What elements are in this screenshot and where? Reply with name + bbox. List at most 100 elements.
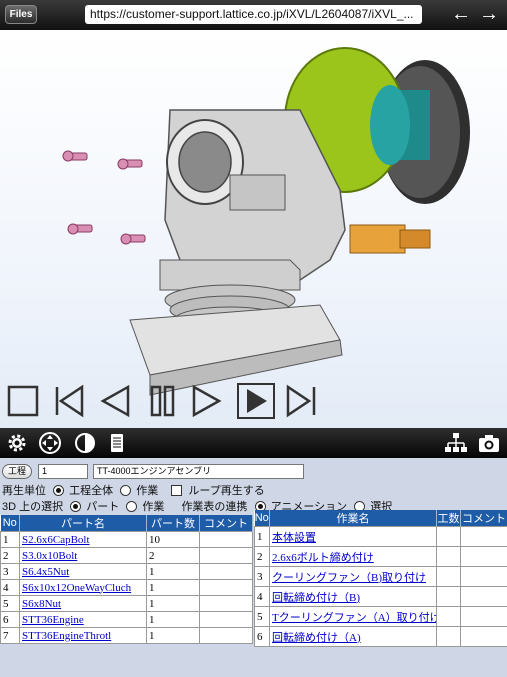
cell-comment xyxy=(460,586,507,607)
cell-count: 1 xyxy=(146,563,200,580)
parts-table-header: No パート名 パート数 コメント xyxy=(0,515,253,532)
back-arrow-icon[interactable]: ← xyxy=(450,3,472,25)
work-link[interactable]: Tクーリングファン（A）取り付け xyxy=(269,606,437,627)
table-row[interactable]: 3 クーリングファン（B)取り付け xyxy=(254,566,507,587)
work-label: 作業 xyxy=(142,501,165,513)
cell-comment xyxy=(460,546,507,567)
cell-comment xyxy=(199,579,253,596)
table-row[interactable]: 6 STT36Engine 1 xyxy=(0,611,253,628)
col-part-name: パート名 xyxy=(19,515,147,532)
3d-viewport[interactable] xyxy=(0,30,507,428)
cell-comment xyxy=(199,627,253,644)
cell-comment xyxy=(460,626,507,647)
cell-comment xyxy=(199,595,253,612)
cell-no: 5 xyxy=(0,595,20,612)
table-row[interactable]: 4 回転締め付け（B) xyxy=(254,586,507,607)
work-table-header: No 作業名 工数 コメント xyxy=(254,510,507,527)
work-link[interactable]: 本体設置 xyxy=(269,526,437,547)
table-row[interactable]: 5 Tクーリングファン（A）取り付け xyxy=(254,606,507,627)
cell-no: 1 xyxy=(254,526,270,547)
cell-comment xyxy=(460,606,507,627)
list-icon[interactable] xyxy=(105,431,129,455)
step-back-button[interactable] xyxy=(98,384,132,418)
cell-comment xyxy=(199,531,253,548)
col-part-count: パート数 xyxy=(146,515,200,532)
cell-hours xyxy=(436,586,461,607)
cell-comment xyxy=(460,566,507,587)
work-table: No 作業名 工数 コメント 1 本体設置 2 2.6x6ボルト締め付け 3 クーリン… xyxy=(254,510,507,647)
col-comment: コメント xyxy=(199,515,253,532)
table-row[interactable]: 5 S6x8Nut 1 xyxy=(0,595,253,612)
playback-unit-label: 再生単位 xyxy=(2,485,46,497)
part-link[interactable]: S6x8Nut xyxy=(19,595,147,612)
cell-comment xyxy=(199,563,253,580)
table-row[interactable]: 1 本体設置 xyxy=(254,526,507,547)
process-number-field[interactable]: 1 xyxy=(38,464,88,479)
col-work-name: 作業名 xyxy=(269,510,437,527)
process-button[interactable]: 工程 xyxy=(2,464,32,479)
radio-part[interactable] xyxy=(70,500,82,512)
cell-no: 4 xyxy=(254,586,270,607)
work-link[interactable]: 回転締め付け（A) xyxy=(269,626,437,647)
top-bar: Files https://customer-support.lattice.c… xyxy=(0,0,507,30)
step-forward-button[interactable] xyxy=(190,384,224,418)
part-link[interactable]: STT36Engine xyxy=(19,611,147,628)
stop-button[interactable] xyxy=(6,384,40,418)
cell-hours xyxy=(436,566,461,587)
whole-process-label: 工程全体 xyxy=(69,485,114,497)
cell-no: 1 xyxy=(0,531,20,548)
pause-button[interactable] xyxy=(146,384,180,418)
work-link[interactable]: 2.6x6ボルト締め付け xyxy=(269,546,437,567)
radio-task[interactable] xyxy=(120,484,132,496)
cell-count: 1 xyxy=(146,611,200,628)
rewind-button[interactable] xyxy=(52,384,86,418)
playback-unit-row: 再生単位 工程全体 作業 ループ再生する xyxy=(2,482,265,498)
play-button[interactable] xyxy=(236,382,276,420)
radio-whole-process[interactable] xyxy=(53,484,65,496)
camera-icon[interactable] xyxy=(477,431,501,455)
radio-work[interactable] xyxy=(126,500,138,512)
worksheet-link-label: 作業表の連携 xyxy=(181,501,248,513)
table-row[interactable]: 7 STT36EngineThrotl 1 xyxy=(0,627,253,644)
loop-checkbox[interactable] xyxy=(171,484,183,496)
task-label: 作業 xyxy=(136,485,159,497)
cell-no: 2 xyxy=(254,546,270,567)
forward-arrow-icon[interactable]: → xyxy=(478,3,500,25)
cell-hours xyxy=(436,606,461,627)
cell-count: 1 xyxy=(146,579,200,596)
cell-no: 7 xyxy=(0,627,20,644)
part-link[interactable]: STT36EngineThrotl xyxy=(19,627,147,644)
cell-hours xyxy=(436,626,461,647)
work-link[interactable]: 回転締め付け（B) xyxy=(269,586,437,607)
tree-icon[interactable] xyxy=(444,431,468,455)
part-link[interactable]: S2.6x6CapBolt xyxy=(19,531,147,548)
table-row[interactable]: 1 S2.6x6CapBolt 10 xyxy=(0,531,253,548)
gear-icon[interactable] xyxy=(5,431,29,455)
part-link[interactable]: S3.0x10Bolt xyxy=(19,547,147,564)
cell-no: 3 xyxy=(0,563,20,580)
toolbar xyxy=(0,428,507,458)
work-link[interactable]: クーリングファン（B)取り付け xyxy=(269,566,437,587)
table-row[interactable]: 2 2.6x6ボルト締め付け xyxy=(254,546,507,567)
contrast-icon[interactable] xyxy=(73,431,97,455)
cell-hours xyxy=(436,546,461,567)
col-no: No xyxy=(0,515,20,532)
cell-comment xyxy=(460,526,507,547)
url-field[interactable]: https://customer-support.lattice.co.jp/i… xyxy=(85,5,422,24)
part-link[interactable]: S6.4x5Nut xyxy=(19,563,147,580)
table-row[interactable]: 6 回転締め付け（A) xyxy=(254,626,507,647)
table-row[interactable]: 3 S6.4x5Nut 1 xyxy=(0,563,253,580)
cell-no: 4 xyxy=(0,579,20,596)
files-button[interactable]: Files xyxy=(5,5,37,24)
move-icon[interactable] xyxy=(38,431,62,455)
end-button[interactable] xyxy=(284,384,320,418)
part-link[interactable]: S6x10x12OneWayCluch xyxy=(19,579,147,596)
cell-comment xyxy=(199,547,253,564)
assembly-name-field[interactable]: TT-4000エンジンアセンブリ xyxy=(93,464,304,479)
table-row[interactable]: 2 S3.0x10Bolt 2 xyxy=(0,547,253,564)
table-row[interactable]: 4 S6x10x12OneWayCluch 1 xyxy=(0,579,253,596)
col-no: No xyxy=(254,510,270,527)
loop-label: ループ再生する xyxy=(188,485,265,497)
cell-count: 10 xyxy=(146,531,200,548)
engine-model[interactable] xyxy=(0,30,507,428)
